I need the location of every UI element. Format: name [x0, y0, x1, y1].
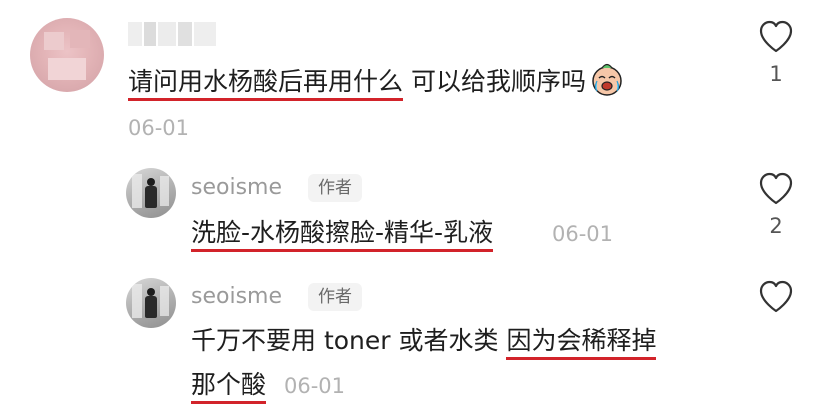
reply-text-line1: 千万不要用 toner 或者水类 因为会稀释掉: [191, 324, 657, 360]
reply-text-line2: 那个酸: [191, 368, 267, 404]
like-count: 2: [769, 214, 783, 238]
reply-date: 06-01: [284, 374, 346, 398]
highlighted-text: 请问用水杨酸后再用什么: [128, 67, 404, 101]
highlighted-text: 那个酸: [191, 370, 267, 404]
highlighted-text: 因为会稀释掉: [506, 326, 657, 360]
avatar[interactable]: [30, 18, 104, 92]
author-badge: 作者: [308, 174, 362, 202]
reply-text: 洗脸-水杨酸擦脸-精华-乳液: [191, 216, 494, 252]
reply-username[interactable]: seoisme: [191, 284, 282, 309]
reply-username[interactable]: seoisme: [191, 175, 282, 200]
reply-date: 06-01: [552, 222, 614, 246]
heart-icon[interactable]: [758, 172, 794, 206]
comment-date: 06-01: [128, 116, 190, 140]
crying-face-emoji-icon: [592, 63, 622, 96]
reply-avatar[interactable]: [126, 278, 176, 328]
reply-text-plain: 千万不要用 toner 或者水类: [191, 326, 507, 355]
reply-avatar[interactable]: [126, 168, 176, 218]
heart-icon[interactable]: [758, 280, 794, 314]
comment-text-rest: 可以给我顺序吗: [403, 67, 586, 96]
heart-icon[interactable]: [758, 20, 794, 54]
comment-text: 请问用水杨酸后再用什么 可以给我顺序吗: [128, 62, 624, 101]
like-count: 1: [769, 62, 783, 86]
author-badge: 作者: [308, 283, 362, 311]
blurred-username[interactable]: [128, 22, 218, 46]
highlighted-text: 洗脸-水杨酸擦脸-精华-乳液: [191, 218, 494, 252]
